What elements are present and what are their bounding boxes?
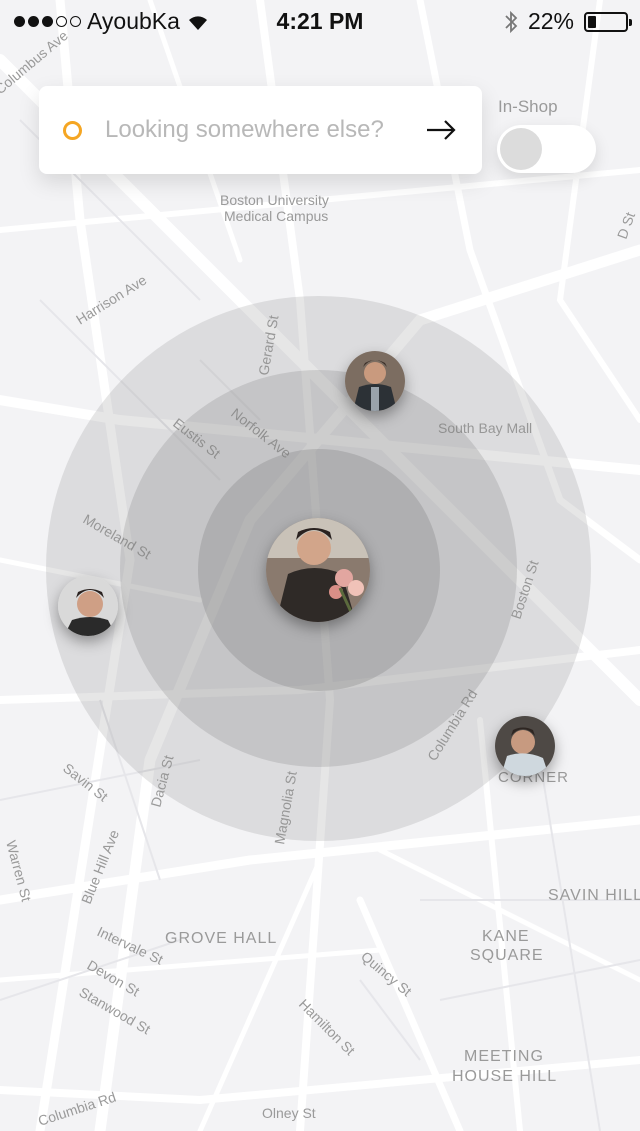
user-avatar-center[interactable] [266,518,370,622]
map-label-boston-university-2: Medical Campus [224,208,328,224]
user-avatar-top[interactable] [345,351,405,411]
location-search-bar[interactable]: Looking somewhere else? [39,86,482,174]
arrow-right-icon[interactable] [426,120,456,140]
user-avatar-right[interactable] [495,716,555,776]
map-label-grove-hall: GROVE HALL [165,930,277,947]
map-label-kane-2: SQUARE [470,947,544,964]
battery-percent: 22% [527,8,574,34]
toggle-knob[interactable] [500,128,542,170]
map-label-savin-hill: SAVIN HILL [548,887,640,904]
in-shop-toggle[interactable] [497,125,596,173]
user-avatar-left[interactable] [58,576,118,636]
battery-icon [584,11,632,32]
search-placeholder[interactable]: Looking somewhere else? [105,116,426,144]
map-label-meeting-1: MEETING [464,1048,544,1065]
status-bar: AyoubKa 4:21 PM 22% [0,0,640,42]
map-label-olney-st: Olney St [262,1105,316,1121]
bluetooth-icon [505,10,518,33]
in-shop-label: In-Shop [498,97,558,116]
map-label-kane-1: KANE [482,928,530,945]
map-label-meeting-2: HOUSE HILL [452,1068,557,1085]
location-ring-icon [63,120,82,140]
map-label-boston-university-1: Boston University [220,192,329,208]
